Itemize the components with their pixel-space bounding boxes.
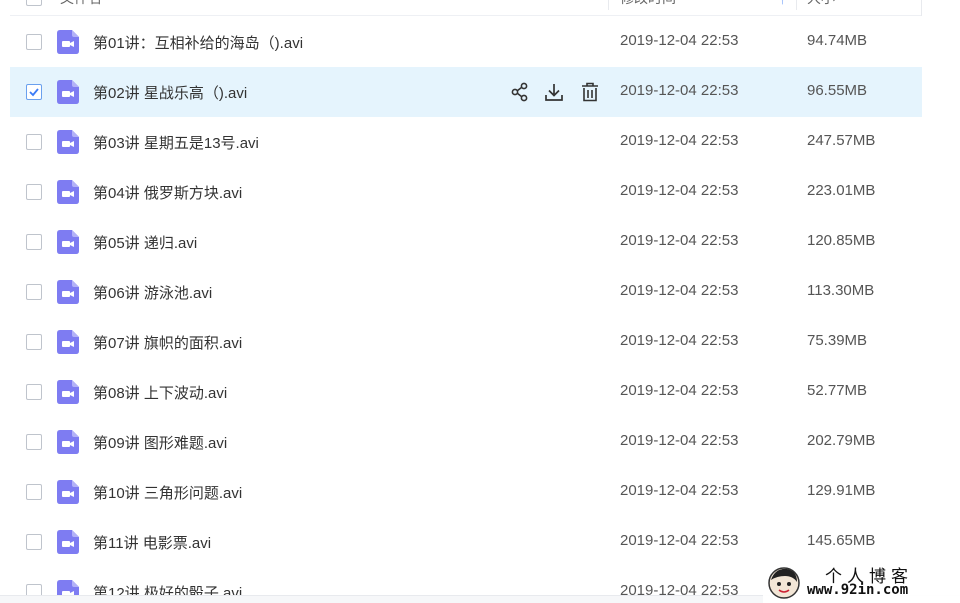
file-size: 202.79MB [807, 432, 876, 449]
table-row[interactable]: 第03讲 星期五是13号.avi 2019-12-04 22:53 247.57MB [10, 117, 922, 167]
header-size[interactable]: 大小 [807, 0, 835, 8]
modified-time: 2019-12-04 22:53 [620, 482, 739, 499]
share-icon[interactable] [509, 81, 531, 103]
list-header: 文件名 修改时间 ↑ 大小 [10, 0, 922, 16]
file-size: 223.01MB [807, 182, 876, 199]
file-size: 247.57MB [807, 132, 876, 149]
select-all-checkbox[interactable] [26, 0, 42, 6]
watermark: 个人博客 www.92in.com [763, 562, 960, 603]
file-size: 113.30MB [807, 282, 875, 299]
table-row[interactable]: 第10讲 三角形问题.avi 2019-12-04 22:53 129.91MB [10, 467, 922, 517]
download-icon[interactable] [543, 81, 565, 103]
video-file-icon [57, 280, 79, 304]
modified-time: 2019-12-04 22:53 [620, 182, 739, 199]
file-name[interactable]: 第05讲 递归.avi [93, 232, 197, 253]
table-row[interactable]: 第08讲 上下波动.avi 2019-12-04 22:53 52.77MB [10, 367, 922, 417]
watermark-url: www.92in.com [807, 582, 909, 598]
file-name[interactable]: 第08讲 上下波动.avi [93, 382, 227, 403]
video-file-icon [57, 380, 79, 404]
file-size: 145.65MB [807, 532, 876, 549]
file-name[interactable]: 第10讲 三角形问题.avi [93, 482, 242, 503]
file-name[interactable]: 第03讲 星期五是13号.avi [93, 132, 259, 153]
modified-time: 2019-12-04 22:53 [620, 532, 739, 549]
row-checkbox[interactable] [26, 434, 42, 450]
file-name[interactable]: 第11讲 电影票.avi [93, 532, 211, 553]
header-name[interactable]: 文件名 [60, 0, 102, 8]
row-checkbox[interactable] [26, 84, 42, 100]
row-checkbox[interactable] [26, 234, 42, 250]
table-row[interactable]: 第07讲 旗帜的面积.avi 2019-12-04 22:53 75.39MB [10, 317, 922, 367]
file-size: 129.91MB [807, 482, 876, 499]
header-modified-time[interactable]: 修改时间 [620, 0, 676, 8]
sort-arrow-icon[interactable]: ↑ [780, 0, 785, 7]
modified-time: 2019-12-04 22:53 [620, 82, 739, 99]
video-file-icon [57, 30, 79, 54]
table-row[interactable]: 第04讲 俄罗斯方块.avi 2019-12-04 22:53 223.01MB [10, 167, 922, 217]
row-checkbox[interactable] [26, 484, 42, 500]
modified-time: 2019-12-04 22:53 [620, 132, 739, 149]
table-row[interactable]: 第06讲 游泳池.avi 2019-12-04 22:53 113.30MB [10, 267, 922, 317]
file-size: 75.39MB [807, 332, 868, 349]
file-size: 120.85MB [807, 232, 876, 249]
row-checkbox[interactable] [26, 384, 42, 400]
header-divider [796, 0, 797, 10]
file-name[interactable]: 第04讲 俄罗斯方块.avi [93, 182, 242, 203]
trash-icon[interactable] [579, 81, 601, 103]
video-file-icon [57, 180, 79, 204]
file-list: 文件名 修改时间 ↑ 大小 第01讲：互相补给的海岛（).avi 2019-12-… [0, 0, 960, 603]
video-file-icon [57, 480, 79, 504]
file-name[interactable]: 第02讲 星战乐高（).avi [93, 82, 247, 103]
header-divider [608, 0, 609, 10]
file-name[interactable]: 第01讲：互相补给的海岛（).avi [93, 32, 303, 53]
row-checkbox[interactable] [26, 334, 42, 350]
table-row[interactable]: 第01讲：互相补给的海岛（).avi 2019-12-04 22:53 94.74M… [10, 17, 922, 67]
table-row[interactable]: 第02讲 星战乐高（).avi 2019-12-04 22:53 96.55MB [10, 67, 922, 117]
video-file-icon [57, 530, 79, 554]
video-file-icon [57, 430, 79, 454]
file-name[interactable]: 第06讲 游泳池.avi [93, 282, 212, 303]
row-checkbox[interactable] [26, 184, 42, 200]
modified-time: 2019-12-04 22:53 [620, 282, 739, 299]
video-file-icon [57, 330, 79, 354]
table-row[interactable]: 第05讲 递归.avi 2019-12-04 22:53 120.85MB [10, 217, 922, 267]
row-checkbox[interactable] [26, 284, 42, 300]
file-size: 96.55MB [807, 82, 868, 99]
modified-time: 2019-12-04 22:53 [620, 32, 739, 49]
modified-time: 2019-12-04 22:53 [620, 432, 739, 449]
file-size: 94.74MB [807, 32, 868, 49]
avatar-logo-icon [768, 567, 800, 599]
file-name[interactable]: 第09讲 图形难题.avi [93, 432, 227, 453]
video-file-icon [57, 130, 79, 154]
table-row[interactable]: 第09讲 图形难题.avi 2019-12-04 22:53 202.79MB [10, 417, 922, 467]
check-icon [29, 88, 39, 97]
table-row[interactable]: 第11讲 电影票.avi 2019-12-04 22:53 145.65MB [10, 517, 922, 567]
row-checkbox[interactable] [26, 534, 42, 550]
modified-time: 2019-12-04 22:53 [620, 382, 739, 399]
row-checkbox[interactable] [26, 134, 42, 150]
modified-time: 2019-12-04 22:53 [620, 332, 739, 349]
video-file-icon [57, 80, 79, 104]
row-checkbox[interactable] [26, 34, 42, 50]
file-name[interactable]: 第07讲 旗帜的面积.avi [93, 332, 242, 353]
video-file-icon [57, 230, 79, 254]
modified-time: 2019-12-04 22:53 [620, 232, 739, 249]
file-size: 52.77MB [807, 382, 868, 399]
header-divider [921, 0, 922, 16]
